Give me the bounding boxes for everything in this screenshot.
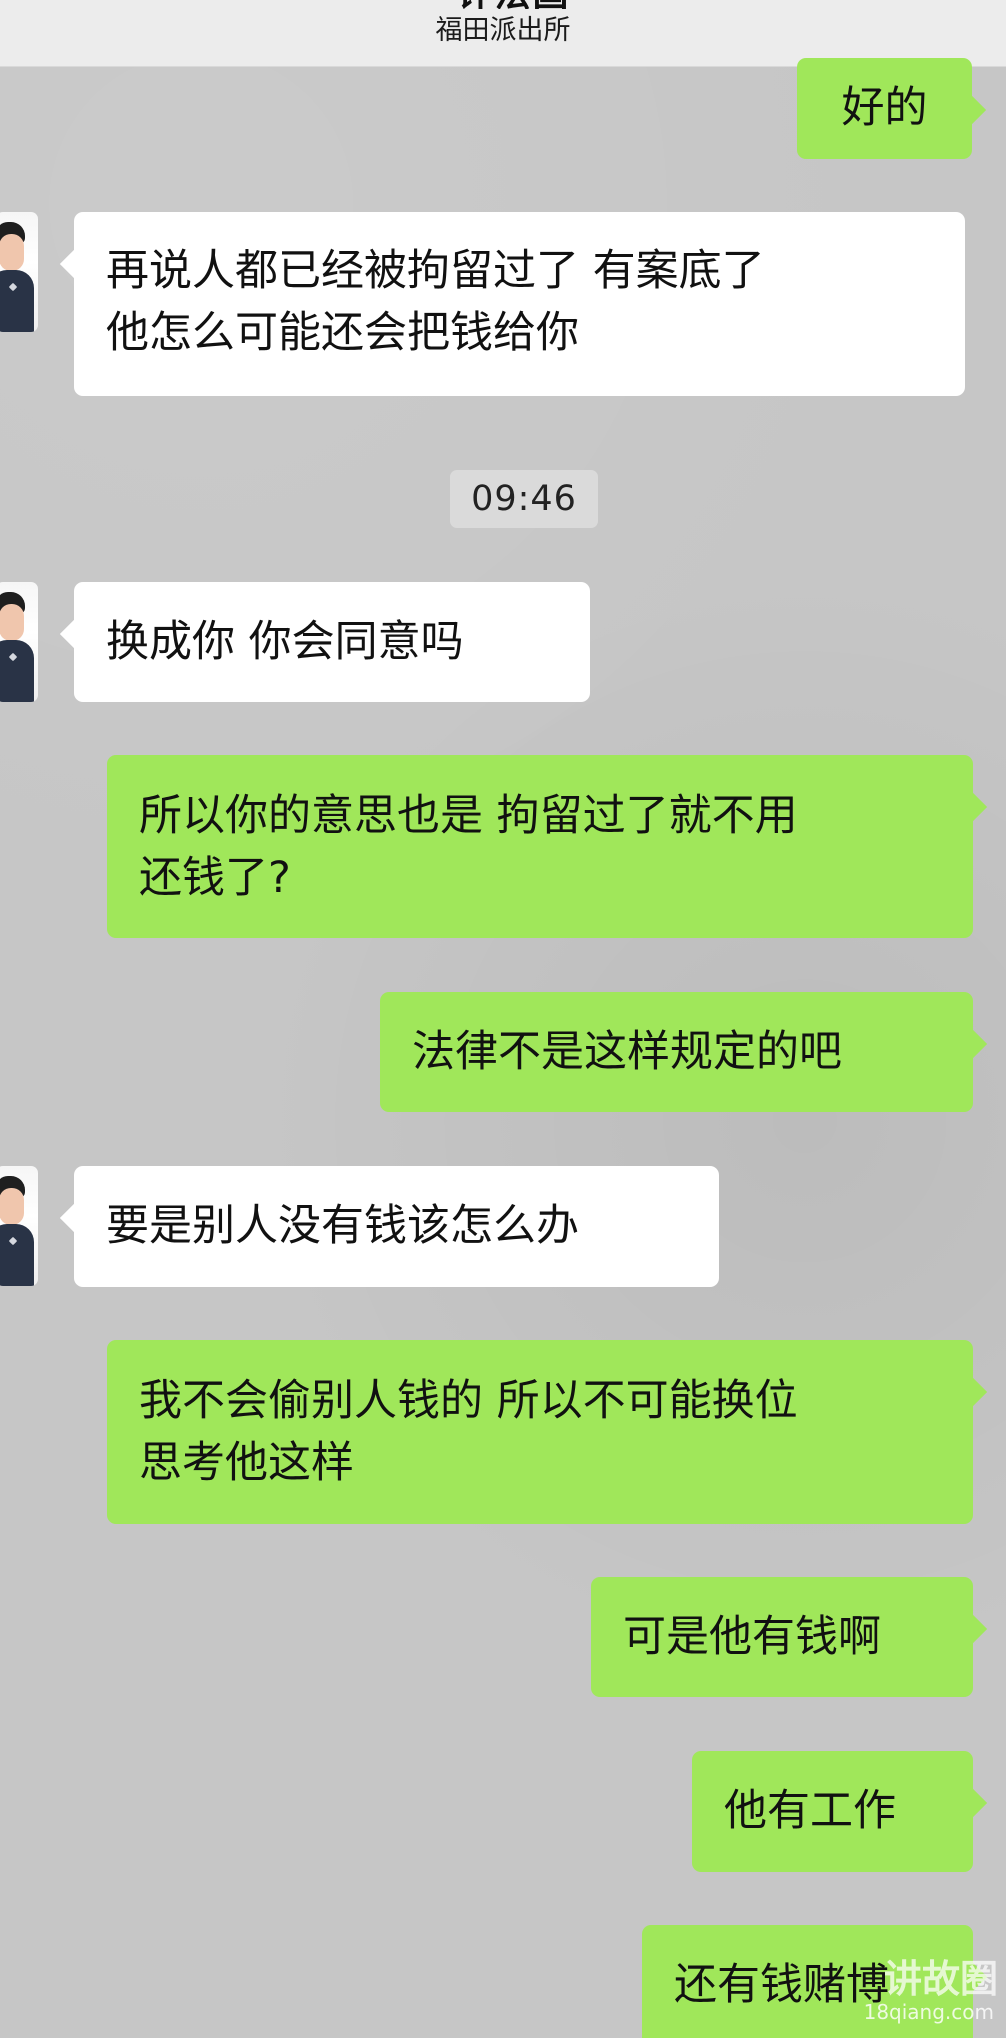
contact-subtitle: 福田派出所 <box>435 15 571 46</box>
avatar-face <box>0 234 24 271</box>
chat-screen: 许法国 福田派出所 好的 再说人都已经被拘留过了 有案底了 他怎么可能还会把钱给… <box>0 0 1006 2038</box>
message-bubble-incoming[interactable]: 换成你 你会同意吗 <box>74 582 590 702</box>
timestamp-separator: 09:46 <box>450 470 598 528</box>
message-bubble-outgoing[interactable]: 可是他有钱啊 <box>591 1577 973 1697</box>
watermark-domain: 18qiang.com <box>863 2000 994 2024</box>
contact-name: 许法国 <box>431 0 596 9</box>
watermark-logo-text: 讲故圈 <box>883 1957 998 2001</box>
message-bubble-incoming[interactable]: 要是别人没有钱该怎么办 <box>74 1166 719 1287</box>
message-bubble-outgoing[interactable]: 他有工作 <box>692 1751 973 1872</box>
chat-header: 许法国 福田派出所 <box>0 0 1006 67</box>
message-bubble-outgoing[interactable]: 法律不是这样规定的吧 <box>380 992 973 1112</box>
avatar-uniform <box>0 640 34 702</box>
message-bubble-outgoing[interactable]: 好的 <box>797 58 972 159</box>
contact-avatar[interactable] <box>0 212 38 332</box>
contact-avatar[interactable] <box>0 1166 38 1286</box>
avatar-uniform <box>0 270 34 332</box>
message-bubble-incoming[interactable]: 再说人都已经被拘留过了 有案底了 他怎么可能还会把钱给你 <box>74 212 965 396</box>
avatar-face <box>0 604 24 641</box>
message-bubble-outgoing[interactable]: 我不会偷别人钱的 所以不可能换位 思考他这样 <box>107 1340 973 1524</box>
message-bubble-outgoing[interactable]: 所以你的意思也是 拘留过了就不用 还钱了? <box>107 755 973 938</box>
site-watermark: 讲故圈 18qiang.com <box>864 1957 998 2028</box>
avatar-uniform <box>0 1224 34 1286</box>
avatar-face <box>0 1188 24 1225</box>
contact-avatar[interactable] <box>0 582 38 702</box>
